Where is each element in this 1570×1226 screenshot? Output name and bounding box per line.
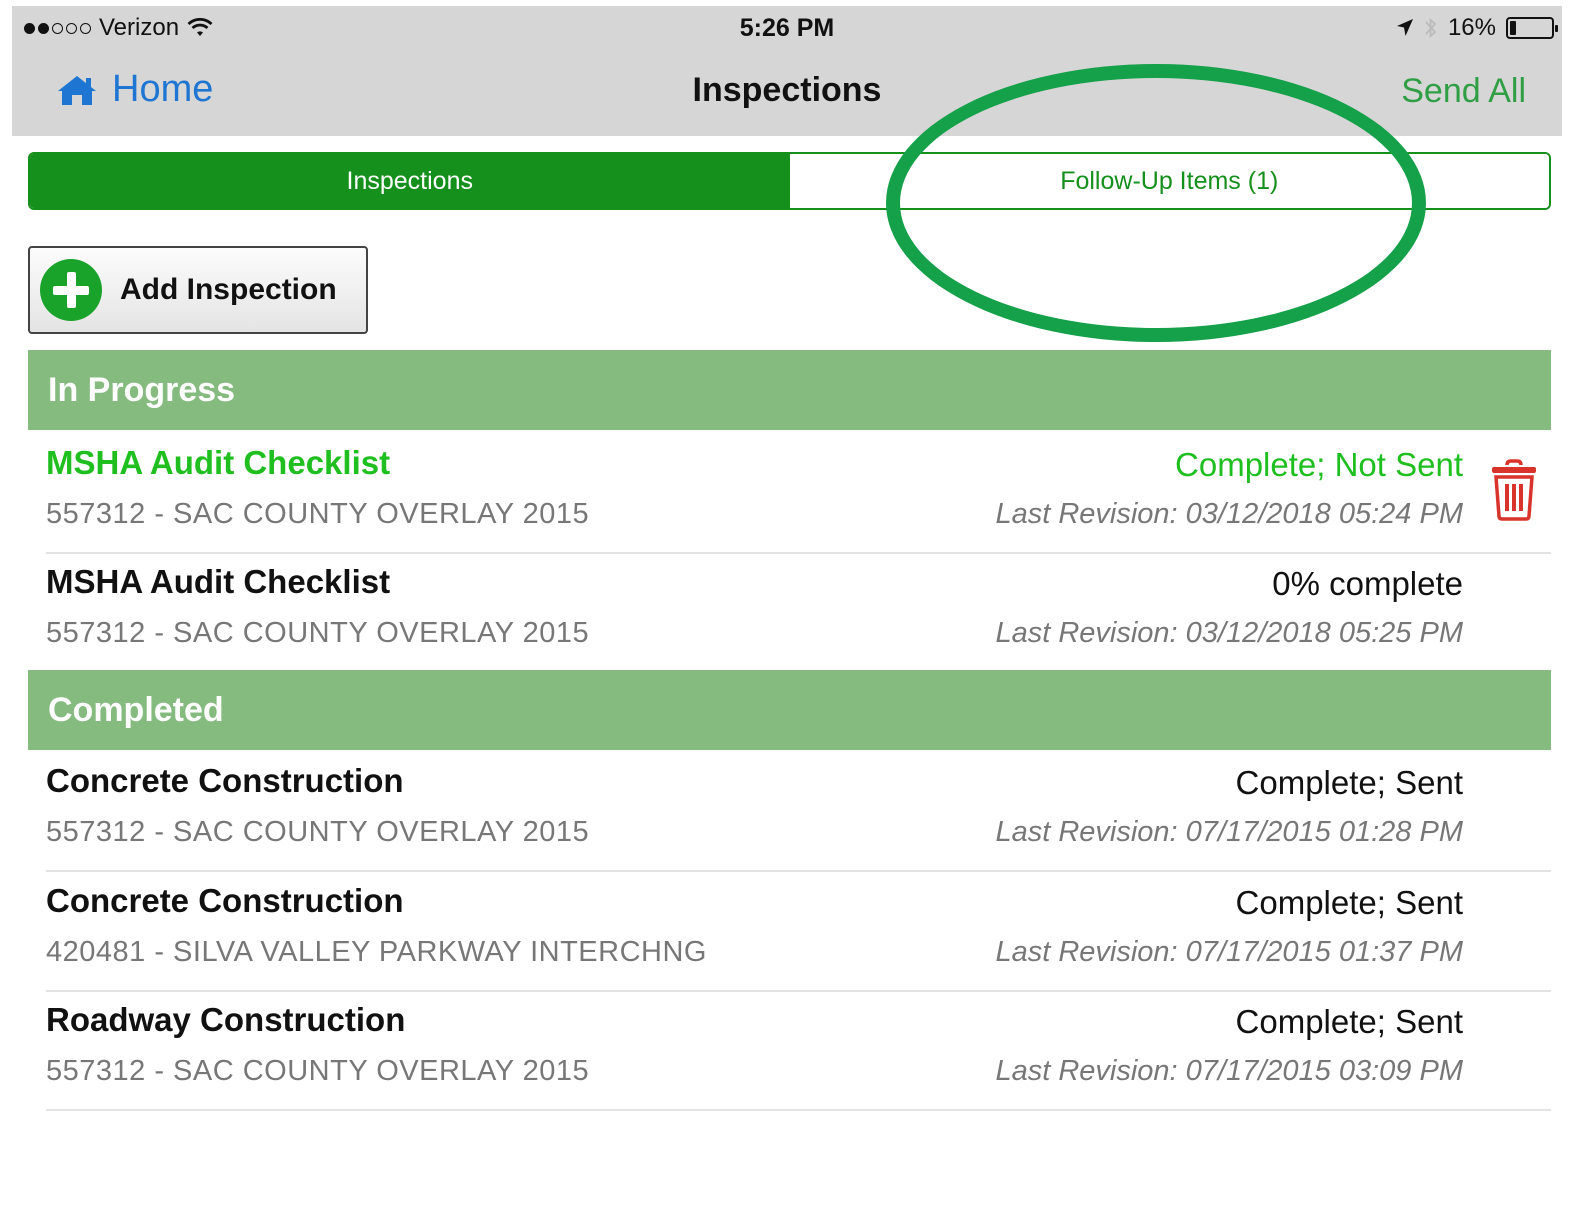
tab-follow-up-items[interactable]: Follow-Up Items (1) <box>789 154 1549 208</box>
page-title: Inspections <box>692 71 882 109</box>
bluetooth-icon <box>1425 17 1437 39</box>
last-revision: Last Revision: 07/17/2015 03:09 PM <box>995 1055 1463 1087</box>
row-divider <box>46 870 1551 872</box>
inspection-status: 0% complete <box>1272 565 1463 602</box>
inspection-row[interactable]: Concrete Construction 420481 - SILVA VAL… <box>28 874 1551 992</box>
inspection-row[interactable]: MSHA Audit Checklist 557312 - SAC COUNTY… <box>28 555 1551 673</box>
inspection-name: Concrete Construction <box>46 882 404 919</box>
project-name: 557312 - SAC COUNTY OVERLAY 2015 <box>46 498 590 530</box>
row-divider <box>46 1109 1551 1111</box>
tab-inspections[interactable]: Inspections <box>30 154 790 208</box>
inspection-row[interactable]: Concrete Construction 557312 - SAC COUNT… <box>28 754 1551 872</box>
project-name: 557312 - SAC COUNTY OVERLAY 2015 <box>46 1055 590 1087</box>
inspection-name: MSHA Audit Checklist <box>46 444 391 481</box>
clock: 5:26 PM <box>739 14 835 42</box>
top-bar: Verizon 5:26 PM 16% Home Inspections Sen… <box>12 6 1562 136</box>
location-arrow-icon <box>1396 19 1413 36</box>
last-revision: Last Revision: 03/12/2018 05:24 PM <box>995 498 1463 530</box>
last-revision: Last Revision: 07/17/2015 01:28 PM <box>995 816 1463 848</box>
inspection-name: MSHA Audit Checklist <box>46 563 391 600</box>
inspection-status: Complete; Sent <box>1235 1003 1463 1040</box>
section-header-completed: Completed <box>28 670 1551 750</box>
inspections-screen: Verizon 5:26 PM 16% Home Inspections Sen… <box>12 6 1562 1226</box>
project-name: 420481 - SILVA VALLEY PARKWAY INTERCHNG <box>46 936 707 968</box>
row-divider <box>46 990 1551 992</box>
battery-level <box>1510 21 1516 35</box>
battery-percent: 16% <box>1447 14 1496 41</box>
inspection-row[interactable]: MSHA Audit Checklist 557312 - SAC COUNTY… <box>28 436 1551 554</box>
row-divider <box>46 552 1551 554</box>
last-revision: Last Revision: 07/17/2015 01:37 PM <box>995 936 1463 968</box>
last-revision: Last Revision: 03/12/2018 05:25 PM <box>995 617 1463 649</box>
inspection-row[interactable]: Roadway Construction 557312 - SAC COUNTY… <box>28 993 1551 1111</box>
status-bar: Verizon 5:26 PM 16% <box>12 6 1562 48</box>
segmented-control: Inspections Follow-Up Items (1) <box>28 152 1551 210</box>
battery-icon <box>1506 17 1558 39</box>
inspection-name: Roadway Construction <box>46 1001 406 1038</box>
inspection-status: Complete; Sent <box>1235 764 1463 801</box>
trash-icon[interactable] <box>1487 458 1541 522</box>
project-name: 557312 - SAC COUNTY OVERLAY 2015 <box>46 617 590 649</box>
section-header-in-progress: In Progress <box>28 350 1551 430</box>
status-right: 16% <box>1396 14 1558 42</box>
inspection-name: Concrete Construction <box>46 762 404 799</box>
add-inspection-button[interactable]: Add Inspection <box>28 246 368 334</box>
add-circle-icon <box>40 259 102 321</box>
project-name: 557312 - SAC COUNTY OVERLAY 2015 <box>46 816 590 848</box>
inspection-status: Complete; Sent <box>1235 884 1463 921</box>
inspection-status: Complete; Not Sent <box>1175 446 1463 483</box>
add-inspection-label: Add Inspection <box>120 273 337 306</box>
send-all-button[interactable]: Send All <box>1401 72 1526 111</box>
